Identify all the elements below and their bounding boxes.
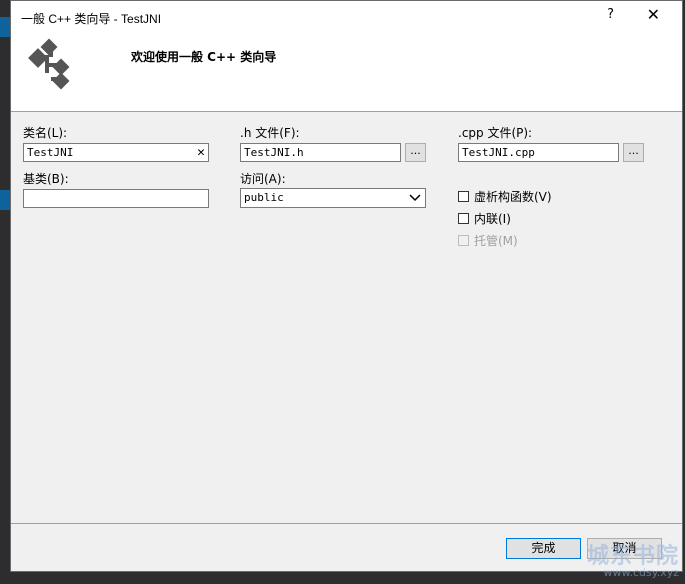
virtual-destructor-label: 虚析构函数(V): [474, 190, 552, 204]
managed-checkbox: 托管(M): [458, 232, 518, 249]
cpp-file-input[interactable]: TestJNI.cpp: [458, 143, 619, 162]
background-ide-bottom: [0, 572, 685, 584]
checkbox-box[interactable]: [458, 213, 469, 224]
clear-icon[interactable]: ✕: [197, 144, 205, 161]
class-name-value: TestJNI: [27, 146, 74, 159]
close-button[interactable]: ✕: [647, 5, 660, 24]
inline-label: 内联(I): [474, 212, 511, 226]
help-button[interactable]: ?: [607, 7, 614, 22]
base-class-label: 基类(B):: [23, 172, 69, 186]
managed-label: 托管(M): [474, 234, 518, 248]
window-title: 一般 C++ 类向导 - TestJNI: [21, 12, 162, 26]
finish-button[interactable]: 完成: [506, 538, 581, 559]
class-name-label: 类名(L):: [23, 126, 68, 140]
welcome-heading: 欢迎使用一般 C++ 类向导: [131, 50, 277, 64]
class-name-input[interactable]: TestJNI ✕: [23, 143, 209, 162]
background-ide-selection: [0, 190, 10, 210]
class-wizard-icon: [28, 38, 70, 90]
chevron-down-icon: [409, 194, 421, 202]
cpp-file-browse-button[interactable]: ...: [623, 143, 644, 162]
h-file-input[interactable]: TestJNI.h: [240, 143, 401, 162]
access-label: 访问(A):: [240, 172, 286, 186]
checkbox-box: [458, 235, 469, 246]
inline-checkbox[interactable]: 内联(I): [458, 210, 511, 227]
virtual-destructor-checkbox[interactable]: 虚析构函数(V): [458, 188, 552, 205]
watermark-url: www.cdsy.xyz: [603, 566, 679, 579]
base-class-input[interactable]: [23, 189, 209, 208]
wizard-banner: 欢迎使用一般 C++ 类向导: [11, 33, 682, 112]
cpp-file-label: .cpp 文件(P):: [458, 126, 533, 140]
footer-separator: [11, 523, 682, 524]
h-file-browse-button[interactable]: ...: [405, 143, 426, 162]
background-ide-tab: [0, 17, 10, 37]
background-ide: [0, 0, 10, 584]
access-value: public: [244, 191, 284, 204]
class-wizard-dialog: 一般 C++ 类向导 - TestJNI ? ✕ 欢迎使用一般 C++ 类向导 …: [10, 0, 683, 572]
access-select[interactable]: public: [240, 188, 426, 208]
checkbox-box[interactable]: [458, 191, 469, 202]
h-file-label: .h 文件(F):: [240, 126, 300, 140]
title-bar: 一般 C++ 类向导 - TestJNI ? ✕: [11, 1, 682, 33]
